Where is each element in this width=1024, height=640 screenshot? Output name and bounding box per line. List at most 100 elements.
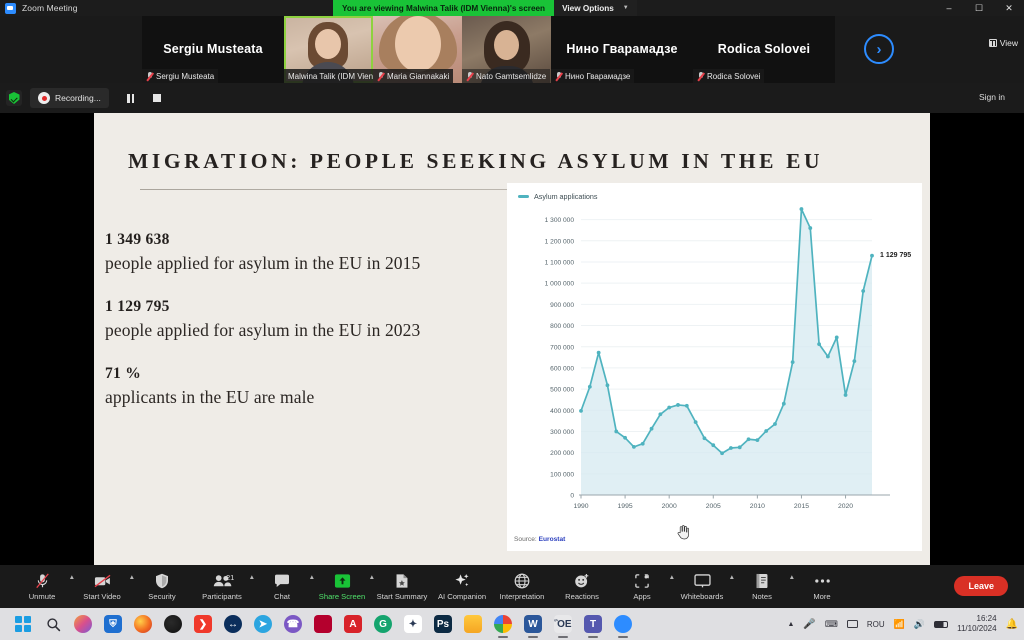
source-link[interactable]: Eurostat (539, 536, 566, 543)
zoom-app-icon (5, 2, 16, 14)
toolbar-button-ai-companion[interactable]: AI Companion (432, 565, 492, 608)
pause-recording-button[interactable] (123, 90, 139, 106)
shield-icon (155, 572, 169, 589)
adobe-acrobat-icon[interactable]: A (338, 608, 368, 640)
toolbar-button-more[interactable]: More (792, 565, 852, 608)
word-icon[interactable]: W (518, 608, 548, 640)
leave-button[interactable]: Leave (954, 576, 1008, 596)
toolbar-button-participants[interactable]: 21 Participants ▲ (192, 565, 255, 608)
chrome-icon[interactable] (488, 608, 518, 640)
photoshop-icon[interactable]: Ps (428, 608, 458, 640)
search-icon[interactable] (38, 608, 68, 640)
toolbar-button-start-video[interactable]: Start Video ▲ (72, 565, 135, 608)
svg-text:500 000: 500 000 (550, 387, 574, 394)
participant-tile-nato-gamtsemlidze[interactable]: Nato Gamtsemlidze (462, 16, 551, 83)
toolbar-button-chat[interactable]: Chat ▲ (252, 565, 315, 608)
participant-tile-maria-giannakaki[interactable]: Maria Giannakaki (373, 16, 462, 83)
wifi-icon[interactable]: 📶 (894, 619, 905, 630)
participant-name-tag: Rodica Solovei (693, 69, 765, 83)
toolbar-button-share-screen[interactable]: Share Screen ▲ (312, 565, 375, 608)
mic-muted-icon (555, 71, 562, 81)
svg-text:600 000: 600 000 (550, 365, 574, 372)
participant-name-text: Nato Gamtsemlidze (476, 71, 547, 81)
copilot-icon[interactable] (68, 608, 98, 640)
telegram-icon[interactable]: ➤ (248, 608, 278, 640)
toolbar-button-security[interactable]: Security (132, 565, 192, 608)
touchpad-icon[interactable] (846, 620, 858, 628)
opera-gx-icon[interactable] (158, 608, 188, 640)
fact-number: 1 129 795 (105, 298, 170, 315)
minimize-icon[interactable]: – (934, 0, 964, 16)
toolbar-button-label: Unmute (28, 592, 56, 601)
volume-icon[interactable]: 🔊 (914, 619, 925, 630)
participant-tile-rodica-solovei[interactable]: Rodica Solovei Rodica Solovei (693, 16, 835, 83)
participant-tile-sergiu-musteata[interactable]: Sergiu Musteata Sergiu Musteata (142, 16, 284, 83)
opera-icon[interactable] (308, 608, 338, 640)
toolbar-button-apps[interactable]: Apps ▲ (612, 565, 675, 608)
chrome-icon-glyph (494, 615, 512, 633)
toolbar-button-notes[interactable]: Notes ▲ (732, 565, 795, 608)
taskbar-clock[interactable]: 16:24 11/10/2024 (957, 614, 996, 634)
mic-muted-icon (35, 572, 50, 589)
toolbar-button-unmute[interactable]: Unmute ▲ (12, 565, 75, 608)
view-layout-button[interactable]: View (988, 38, 1018, 48)
save-icon-glyph: ὋE (554, 615, 572, 633)
mic-muted-icon (146, 71, 153, 81)
grammarly-icon[interactable]: G (368, 608, 398, 640)
view-options-button[interactable]: View Options ▼ (554, 0, 637, 16)
participant-name-text: Rodica Solovei (707, 71, 761, 81)
mic-muted-icon (697, 71, 704, 81)
chevron-right-icon[interactable]: › (864, 34, 894, 64)
toolbar-items: Unmute ▲ Start Video ▲ Security 21 Participant… (0, 565, 852, 608)
windows-security-icon[interactable]: ⛨ (98, 608, 128, 640)
teams-icon-glyph: T (584, 615, 602, 633)
svg-text:2020: 2020 (838, 503, 853, 510)
facts-list: 1 349 638 people applied for asylum in t… (105, 231, 525, 432)
presentation-slide: MIGRATION: PEOPLE SEEKING ASYLUM IN THE … (94, 113, 930, 565)
zoom-icon[interactable] (608, 608, 638, 640)
stop-recording-button[interactable] (149, 90, 165, 106)
participant-name-tag: Sergiu Musteata (142, 69, 219, 83)
microphone-icon[interactable]: 🎤 (803, 619, 815, 630)
mouse-cursor-hand-icon (677, 525, 689, 540)
toolbar-button-start-summary[interactable]: Start Summary (372, 565, 432, 608)
participant-tile-nino-gvaramadze[interactable]: Нино Гварамадзе Нино Гварамадзе (551, 16, 693, 83)
file-explorer-icon-glyph (464, 615, 482, 633)
keyboard-icon[interactable]: ⌨ (825, 619, 838, 630)
clock-date: 11/10/2024 (957, 624, 997, 633)
video-off-icon (94, 572, 111, 589)
battery-icon[interactable] (934, 620, 949, 628)
fact-text: applicants in the EU are male (105, 387, 315, 407)
viber-icon[interactable]: ☎ (278, 608, 308, 640)
toolbar-button-label: Whiteboards (680, 592, 724, 601)
close-icon[interactable]: ✕ (994, 0, 1024, 16)
view-options-label: View Options (562, 3, 614, 13)
language-indicator[interactable]: ROU (867, 620, 885, 629)
windows-taskbar: ⛨ ❯ ↔ ➤ ☎ A G ✦ Ps W ὋE T ▲ 🎤 ⌨ ROU 📶 🔊 16:24 11/10… (0, 608, 1024, 640)
toolbar-button-whiteboards[interactable]: Whiteboards ▲ (672, 565, 735, 608)
teamviewer-icon[interactable]: ↔ (218, 608, 248, 640)
sign-in-button[interactable]: Sign in (972, 89, 1012, 105)
teamviewer-icon-glyph: ↔ (224, 615, 242, 633)
svg-text:300 000: 300 000 (550, 429, 574, 436)
ab-download-icon[interactable]: ❯ (188, 608, 218, 640)
windows-start-icon[interactable] (8, 608, 38, 640)
participant-name-tag: Malwina Talik (IDM Vienna) (284, 69, 373, 83)
opera-gx-icon-glyph (164, 615, 182, 633)
show-hidden-icons-icon[interactable]: ▲ (787, 621, 794, 628)
svg-text:900 000: 900 000 (550, 302, 574, 309)
maximize-icon[interactable]: ☐ (964, 0, 994, 16)
fact-item: 1 349 638 people applied for asylum in t… (105, 231, 525, 274)
file-explorer-icon[interactable] (458, 608, 488, 640)
bell-icon[interactable]: 🔔 (1006, 619, 1018, 630)
teams-icon[interactable]: T (578, 608, 608, 640)
toolbar-button-label: Interpretation (499, 592, 545, 601)
save-icon[interactable]: ὋE (548, 608, 578, 640)
firefox-icon[interactable] (128, 608, 158, 640)
screen-share-banner-text: You are viewing Malwina Talik (IDM Vienn… (333, 0, 555, 16)
participant-tile-malwina-talik[interactable]: Malwina Talik (IDM Vienna) (284, 16, 373, 83)
toolbar-button-interpretation[interactable]: Interpretation (492, 565, 552, 608)
pdf-tool-icon[interactable]: ✦ (398, 608, 428, 640)
toolbar-button-reactions[interactable]: Reactions (552, 565, 612, 608)
view-button-label: View (999, 38, 1018, 48)
